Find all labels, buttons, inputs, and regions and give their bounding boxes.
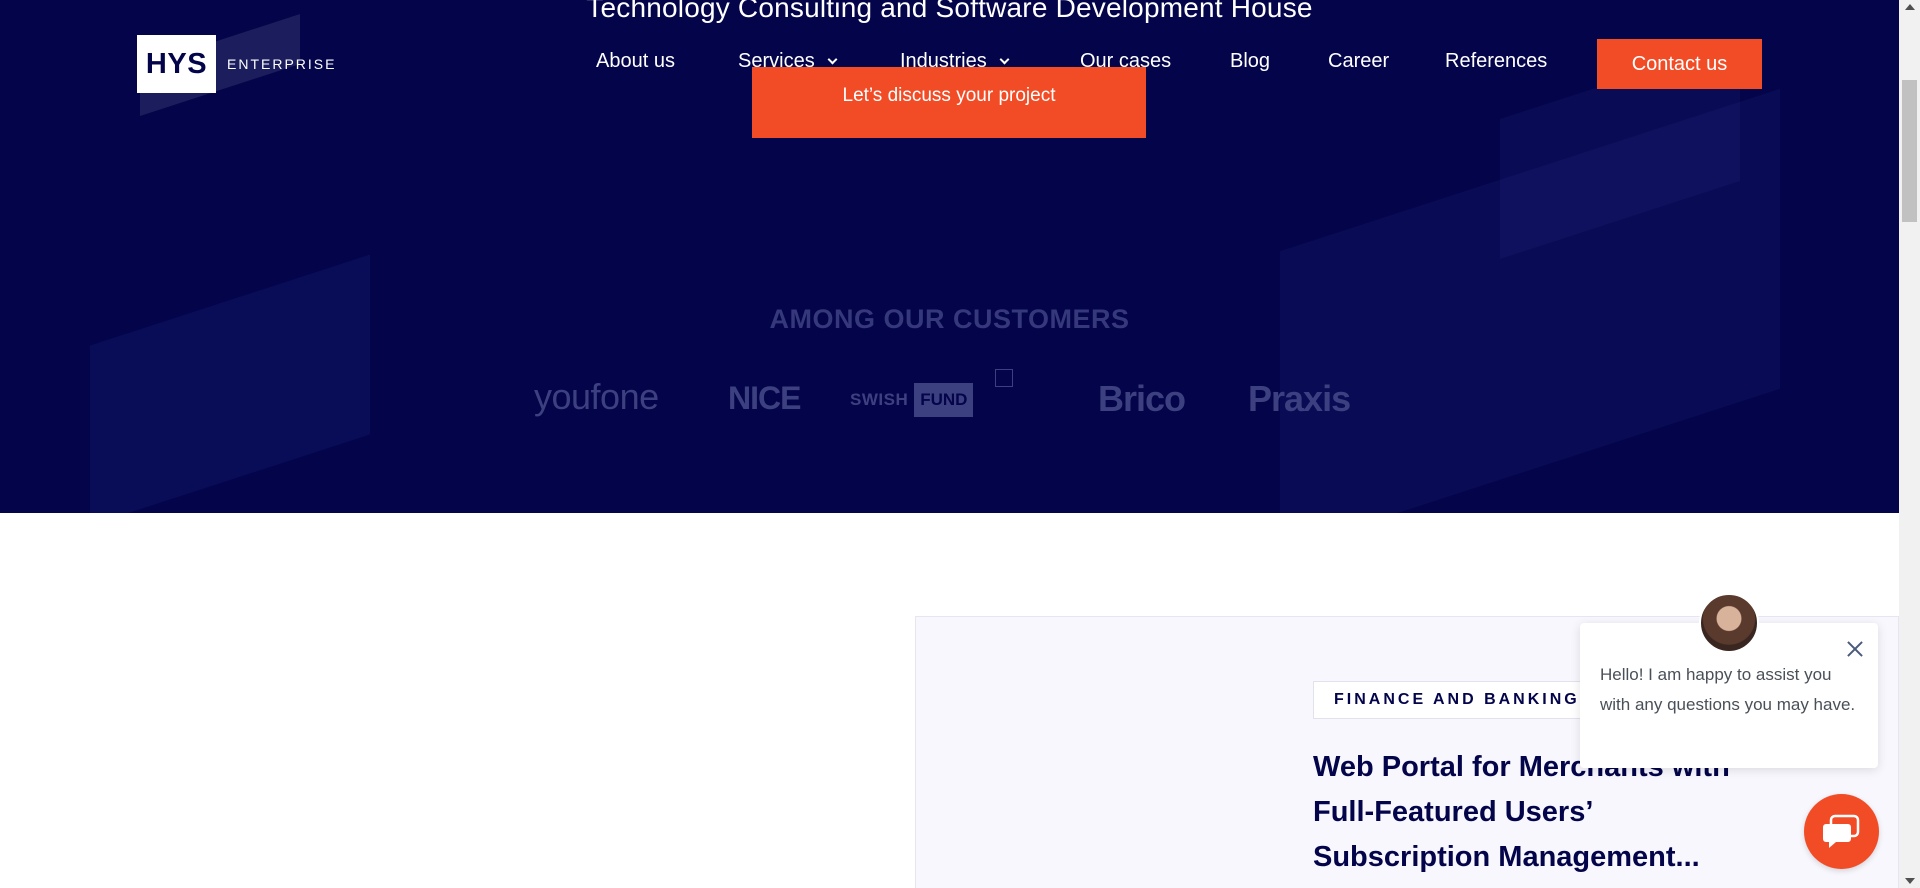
chat-message: Hello! I am happy to assist you with any… [1600,665,1856,714]
chat-icon [1822,814,1859,848]
nav-services-label: Services [738,50,815,72]
discuss-project-button[interactable]: Let’s discuss your project [752,67,1146,138]
hero-title: Technology Consulting and Software Devel… [586,0,1313,23]
contact-us-button[interactable]: Contact us [1597,39,1762,89]
chat-launcher-button[interactable] [1804,794,1879,869]
logo-mark: HYS [137,35,216,93]
nav-blog[interactable]: Blog [1230,50,1270,73]
customer-logo-nice: NICE [728,380,801,416]
broken-image-icon [995,369,1013,387]
fund-text: FUND [914,383,974,417]
nav-industries[interactable]: Industries [900,50,1010,73]
nav-blog-label: Blog [1230,50,1271,72]
nav-industries-label: Industries [900,50,987,72]
customer-logo-swishfund: SWISH FUND [850,383,974,417]
logo-text: ENTERPRISE [227,56,337,72]
customers-title: AMONG OUR CUSTOMERS [769,304,1130,334]
agent-avatar [1699,593,1759,653]
nav-career-label: Career [1328,50,1390,72]
scroll-up-arrow-icon[interactable] [1905,4,1915,10]
scrollbar-thumb[interactable] [1902,80,1917,222]
vertical-scrollbar[interactable] [1899,0,1920,888]
customer-logo-praxis: Praxis [1248,378,1351,419]
logo[interactable]: HYS ENTERPRISE [137,35,336,93]
background-shape [90,254,370,513]
chevron-down-icon [827,54,838,65]
nav-references[interactable]: References [1445,50,1547,73]
nav-career[interactable]: Career [1328,50,1389,73]
nav-about[interactable]: About us [596,50,675,73]
case-category-tag: FINANCE AND BANKING [1313,681,1601,719]
chevron-down-icon [999,54,1010,65]
customer-logo-youfone: youfone [534,376,659,417]
nav-services[interactable]: Services [738,50,838,73]
nav-about-label: About us [596,50,675,72]
swish-text: SWISH [850,390,909,409]
nav-cases-label: Our cases [1080,50,1172,72]
nav-our-cases[interactable]: Our cases [1080,50,1171,73]
hero-section: Technology Consulting and Software Devel… [0,0,1899,513]
close-icon[interactable] [1845,639,1865,659]
nav-references-label: References [1445,50,1548,72]
customer-logo-brico: Brico [1098,378,1186,419]
scroll-down-arrow-icon[interactable] [1905,878,1915,884]
